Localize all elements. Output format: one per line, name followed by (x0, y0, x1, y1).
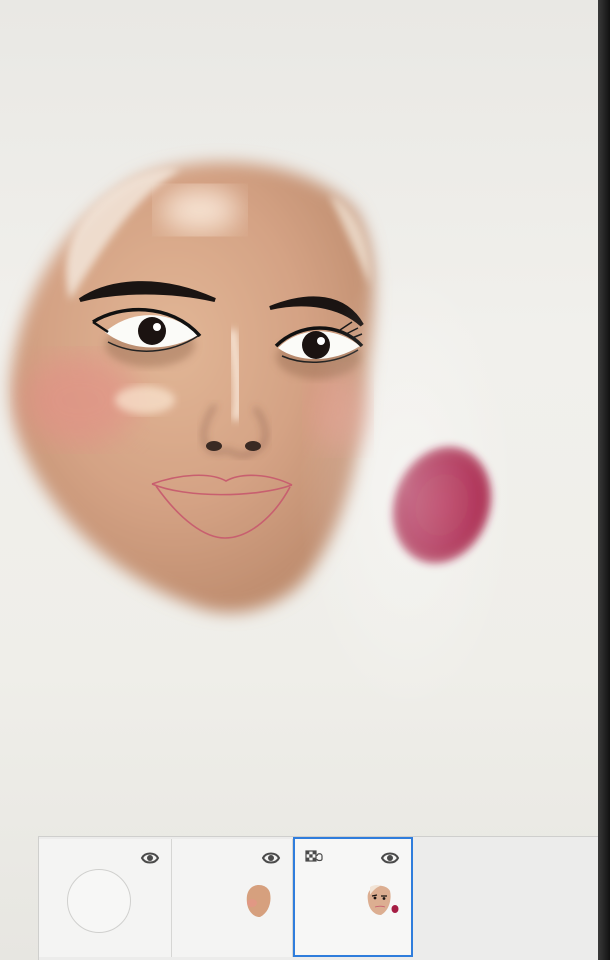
eye-icon (380, 852, 400, 864)
blush-right (308, 370, 368, 450)
eye-icon (140, 852, 160, 864)
drawing-canvas[interactable] (0, 0, 598, 830)
layer-visibility-toggle[interactable] (379, 847, 401, 869)
layer-thumbnail-1[interactable] (39, 839, 172, 957)
layer-thumbnail-3[interactable] (293, 837, 413, 957)
layer-preview-empty (67, 869, 131, 933)
alpha-lock-toggle[interactable] (305, 849, 323, 863)
layer-preview-face-detailed (367, 885, 399, 915)
app-screen (0, 0, 598, 960)
layer-preview-face (246, 885, 271, 917)
layer-visibility-toggle[interactable] (260, 847, 282, 869)
color-swatch (392, 446, 492, 564)
layer-visibility-toggle[interactable] (139, 847, 161, 869)
forehead-highlight (160, 188, 240, 232)
layer-thumbnail-2[interactable] (172, 839, 293, 957)
layers-empty-area (413, 837, 598, 960)
eye-icon (261, 852, 281, 864)
alpha-lock-icon (305, 850, 323, 862)
device-bezel (598, 0, 610, 960)
layers-panel (38, 836, 598, 960)
